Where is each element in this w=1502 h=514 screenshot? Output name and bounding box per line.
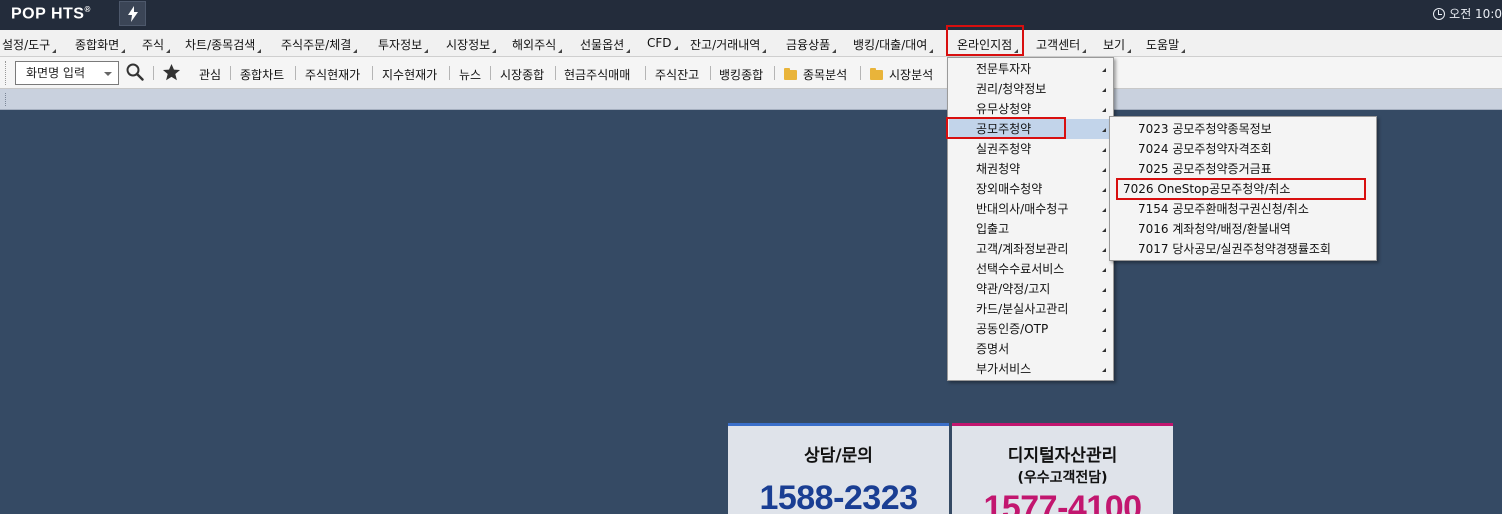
menu-futures-options[interactable]: 선물옵션	[580, 36, 631, 53]
menu-market-info[interactable]: 시장정보	[446, 36, 497, 53]
menu-chart-search[interactable]: 차트/종목검색	[185, 36, 262, 53]
toolbar-divider	[555, 66, 556, 80]
toolbar-divider	[645, 66, 646, 80]
submenu-item-7017[interactable]: 7017 당사공모/실권주청약경쟁률조회	[1111, 239, 1375, 259]
clock-icon	[1433, 7, 1446, 20]
toolbar-divider	[860, 66, 861, 80]
menu-item-professional-investor[interactable]: 전문투자자	[949, 59, 1112, 79]
toolbar-item-stock-balance[interactable]: 주식잔고	[655, 66, 699, 83]
menu-item-otc-subscription[interactable]: 장외매수청약	[949, 179, 1112, 199]
submenu-item-7025[interactable]: 7025 공모주청약증거금표	[1111, 159, 1375, 179]
title-bar: POP HTS® 오전 10:0	[0, 0, 1502, 30]
menu-balance-history[interactable]: 잔고/거래내역	[690, 36, 767, 53]
lightning-icon	[127, 5, 138, 22]
menu-item-card-loss[interactable]: 카드/분실사고관리	[949, 299, 1112, 319]
menu-customer-center[interactable]: 고객센터	[1036, 36, 1087, 53]
toolbar-item-news[interactable]: 뉴스	[459, 66, 481, 83]
folder-icon	[870, 68, 883, 80]
menu-help[interactable]: 도움말	[1146, 36, 1186, 53]
main-menu-bar: 설정/도구 종합화면 주식 차트/종목검색 주식주문/체결 투자정보 시장정보 …	[0, 30, 1502, 57]
search-icon[interactable]	[126, 63, 144, 81]
contact-title: 디지털자산관리	[1007, 446, 1118, 466]
chevron-down-icon	[104, 72, 112, 76]
menu-item-documents[interactable]: 증명서	[949, 339, 1112, 359]
toolbar-divider	[449, 66, 450, 80]
toolbar-divider	[153, 66, 154, 80]
contact-phone: 1577-4100	[983, 489, 1142, 514]
toolbar-divider	[372, 66, 373, 80]
submenu-item-7154[interactable]: 7154 공모주환매청구권신청/취소	[1111, 199, 1375, 219]
contact-title: 상담/문의	[804, 446, 873, 466]
folder-icon	[784, 68, 797, 80]
menu-item-forfeited-share-subscription[interactable]: 실권주청약	[949, 139, 1112, 159]
highlight-onestop-ipo	[1116, 178, 1366, 200]
menu-banking-loan[interactable]: 뱅킹/대출/대여	[853, 36, 934, 53]
toolbar-grip[interactable]	[5, 61, 8, 85]
highlight-ipo-subscription	[946, 117, 1066, 139]
toolbar-item-watchlist[interactable]: 관심	[199, 66, 221, 83]
contact-card-digital-asset: 디지털자산관리 (우수고객전담) 1577-4100	[952, 423, 1173, 514]
menu-item-bond-subscription[interactable]: 채권청약	[949, 159, 1112, 179]
menu-view[interactable]: 보기	[1103, 36, 1132, 53]
menu-overseas-stock[interactable]: 해외주식	[512, 36, 563, 53]
toolbar-divider	[774, 66, 775, 80]
menu-item-account-info[interactable]: 고객/계좌정보관리	[949, 239, 1112, 259]
menu-overview[interactable]: 종합화면	[75, 36, 126, 53]
menu-item-rights-subscription-info[interactable]: 권리/청약정보	[949, 79, 1112, 99]
tab-strip-grip[interactable]	[5, 93, 8, 106]
menu-cfd[interactable]: CFD	[647, 36, 678, 50]
menu-item-rights-offering[interactable]: 유무상청약	[949, 99, 1112, 119]
toolbar-item-stock-price[interactable]: 주식현재가	[305, 66, 360, 83]
app-logo: POP HTS®	[11, 5, 91, 23]
menu-stock[interactable]: 주식	[142, 36, 171, 53]
menu-item-dissent-appraisal[interactable]: 반대의사/매수청구	[949, 199, 1112, 219]
toolbar-item-banking[interactable]: 뱅킹종합	[719, 66, 763, 83]
toolbar-item-cash-trading[interactable]: 현금주식매매	[564, 66, 630, 83]
star-icon[interactable]	[162, 63, 181, 82]
menu-investment-info[interactable]: 투자정보	[378, 36, 429, 53]
toolbar-folder-market-analysis[interactable]: 시장분석	[870, 66, 933, 83]
submenu-item-7023[interactable]: 7023 공모주청약종목정보	[1111, 119, 1375, 139]
contact-card-inquiry: 상담/문의 1588-2323	[728, 423, 949, 514]
menu-item-fee-service[interactable]: 선택수수료서비스	[949, 259, 1112, 279]
highlight-menu-online-branch	[946, 25, 1024, 56]
toolbar-folder-stock-analysis[interactable]: 종목분석	[784, 66, 847, 83]
clock: 오전 10:0	[1433, 5, 1502, 22]
menu-item-certificate-otp[interactable]: 공동인증/OTP	[949, 319, 1112, 339]
toolbar-divider	[295, 66, 296, 80]
toolbar-item-chart[interactable]: 종합차트	[240, 66, 284, 83]
quick-toolbar: 화면명 입력 관심 종합차트 주식현재가 지수현재가 뉴스 시장종합 현금주식매…	[0, 57, 1502, 89]
menu-financial-products[interactable]: 금융상품	[786, 36, 837, 53]
menu-stock-order[interactable]: 주식주문/체결	[281, 36, 358, 53]
toolbar-item-market-overview[interactable]: 시장종합	[500, 66, 544, 83]
toolbar-divider	[490, 66, 491, 80]
toolbar-divider	[230, 66, 231, 80]
contact-phone: 1588-2323	[759, 479, 918, 514]
submenu-item-7016[interactable]: 7016 계좌청약/배정/환불내역	[1111, 219, 1375, 239]
screen-name-input[interactable]: 화면명 입력	[15, 61, 119, 85]
clock-text: 오전 10:0	[1449, 7, 1502, 21]
toolbar-item-index-price[interactable]: 지수현재가	[382, 66, 437, 83]
menu-item-stock-transfer[interactable]: 입출고	[949, 219, 1112, 239]
menu-settings-tools[interactable]: 설정/도구	[2, 36, 57, 53]
quick-launch-button[interactable]	[119, 1, 146, 26]
toolbar-divider	[710, 66, 711, 80]
online-branch-dropdown: 전문투자자 권리/청약정보 유무상청약 공모주청약 실권주청약 채권청약 장외매…	[947, 57, 1114, 381]
contact-subtitle: (우수고객전담)	[1017, 470, 1108, 486]
submenu-item-7024[interactable]: 7024 공모주청약자격조회	[1111, 139, 1375, 159]
menu-item-terms-agreements[interactable]: 약관/약정/고지	[949, 279, 1112, 299]
menu-item-additional-services[interactable]: 부가서비스	[949, 359, 1112, 379]
window-tab-strip	[0, 89, 1502, 110]
